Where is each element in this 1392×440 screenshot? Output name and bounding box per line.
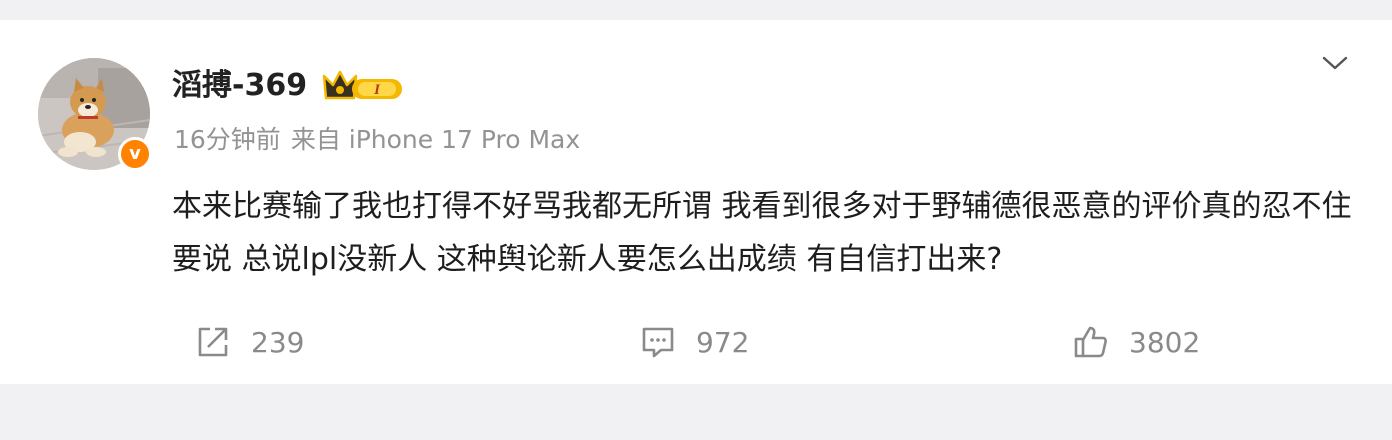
post-time: 16分钟前 xyxy=(174,125,281,154)
comment-button[interactable]: 972 xyxy=(640,320,749,364)
like-count: 3802 xyxy=(1129,325,1201,359)
level-badge-text: I xyxy=(373,82,381,98)
chevron-down-icon[interactable] xyxy=(1320,52,1350,74)
post-text: 本来比赛输了我也打得不好骂我都无所谓 我看到很多对于野辅德很恶意的评价真的忍不住… xyxy=(172,189,1352,277)
post-source: 来自 iPhone 17 Pro Max xyxy=(290,125,581,154)
comment-icon xyxy=(642,327,674,358)
crown-icon[interactable]: I xyxy=(322,68,406,104)
share-icon xyxy=(198,327,228,357)
post-meta: 16分钟前 来自 iPhone 17 Pro Max xyxy=(174,122,580,158)
verified-badge: v xyxy=(118,137,152,171)
share-count: 239 xyxy=(251,325,305,359)
thumbs-up-icon xyxy=(1074,326,1107,358)
post-card: v 滔搏-369 I 16分钟前 来自 iPhone 17 Pro Max 本来比… xyxy=(0,20,1392,384)
share-button[interactable]: 239 xyxy=(195,320,304,364)
comment-count: 972 xyxy=(696,325,750,359)
like-button[interactable]: 3802 xyxy=(1073,320,1200,364)
username[interactable]: 滔搏-369 xyxy=(172,66,307,106)
